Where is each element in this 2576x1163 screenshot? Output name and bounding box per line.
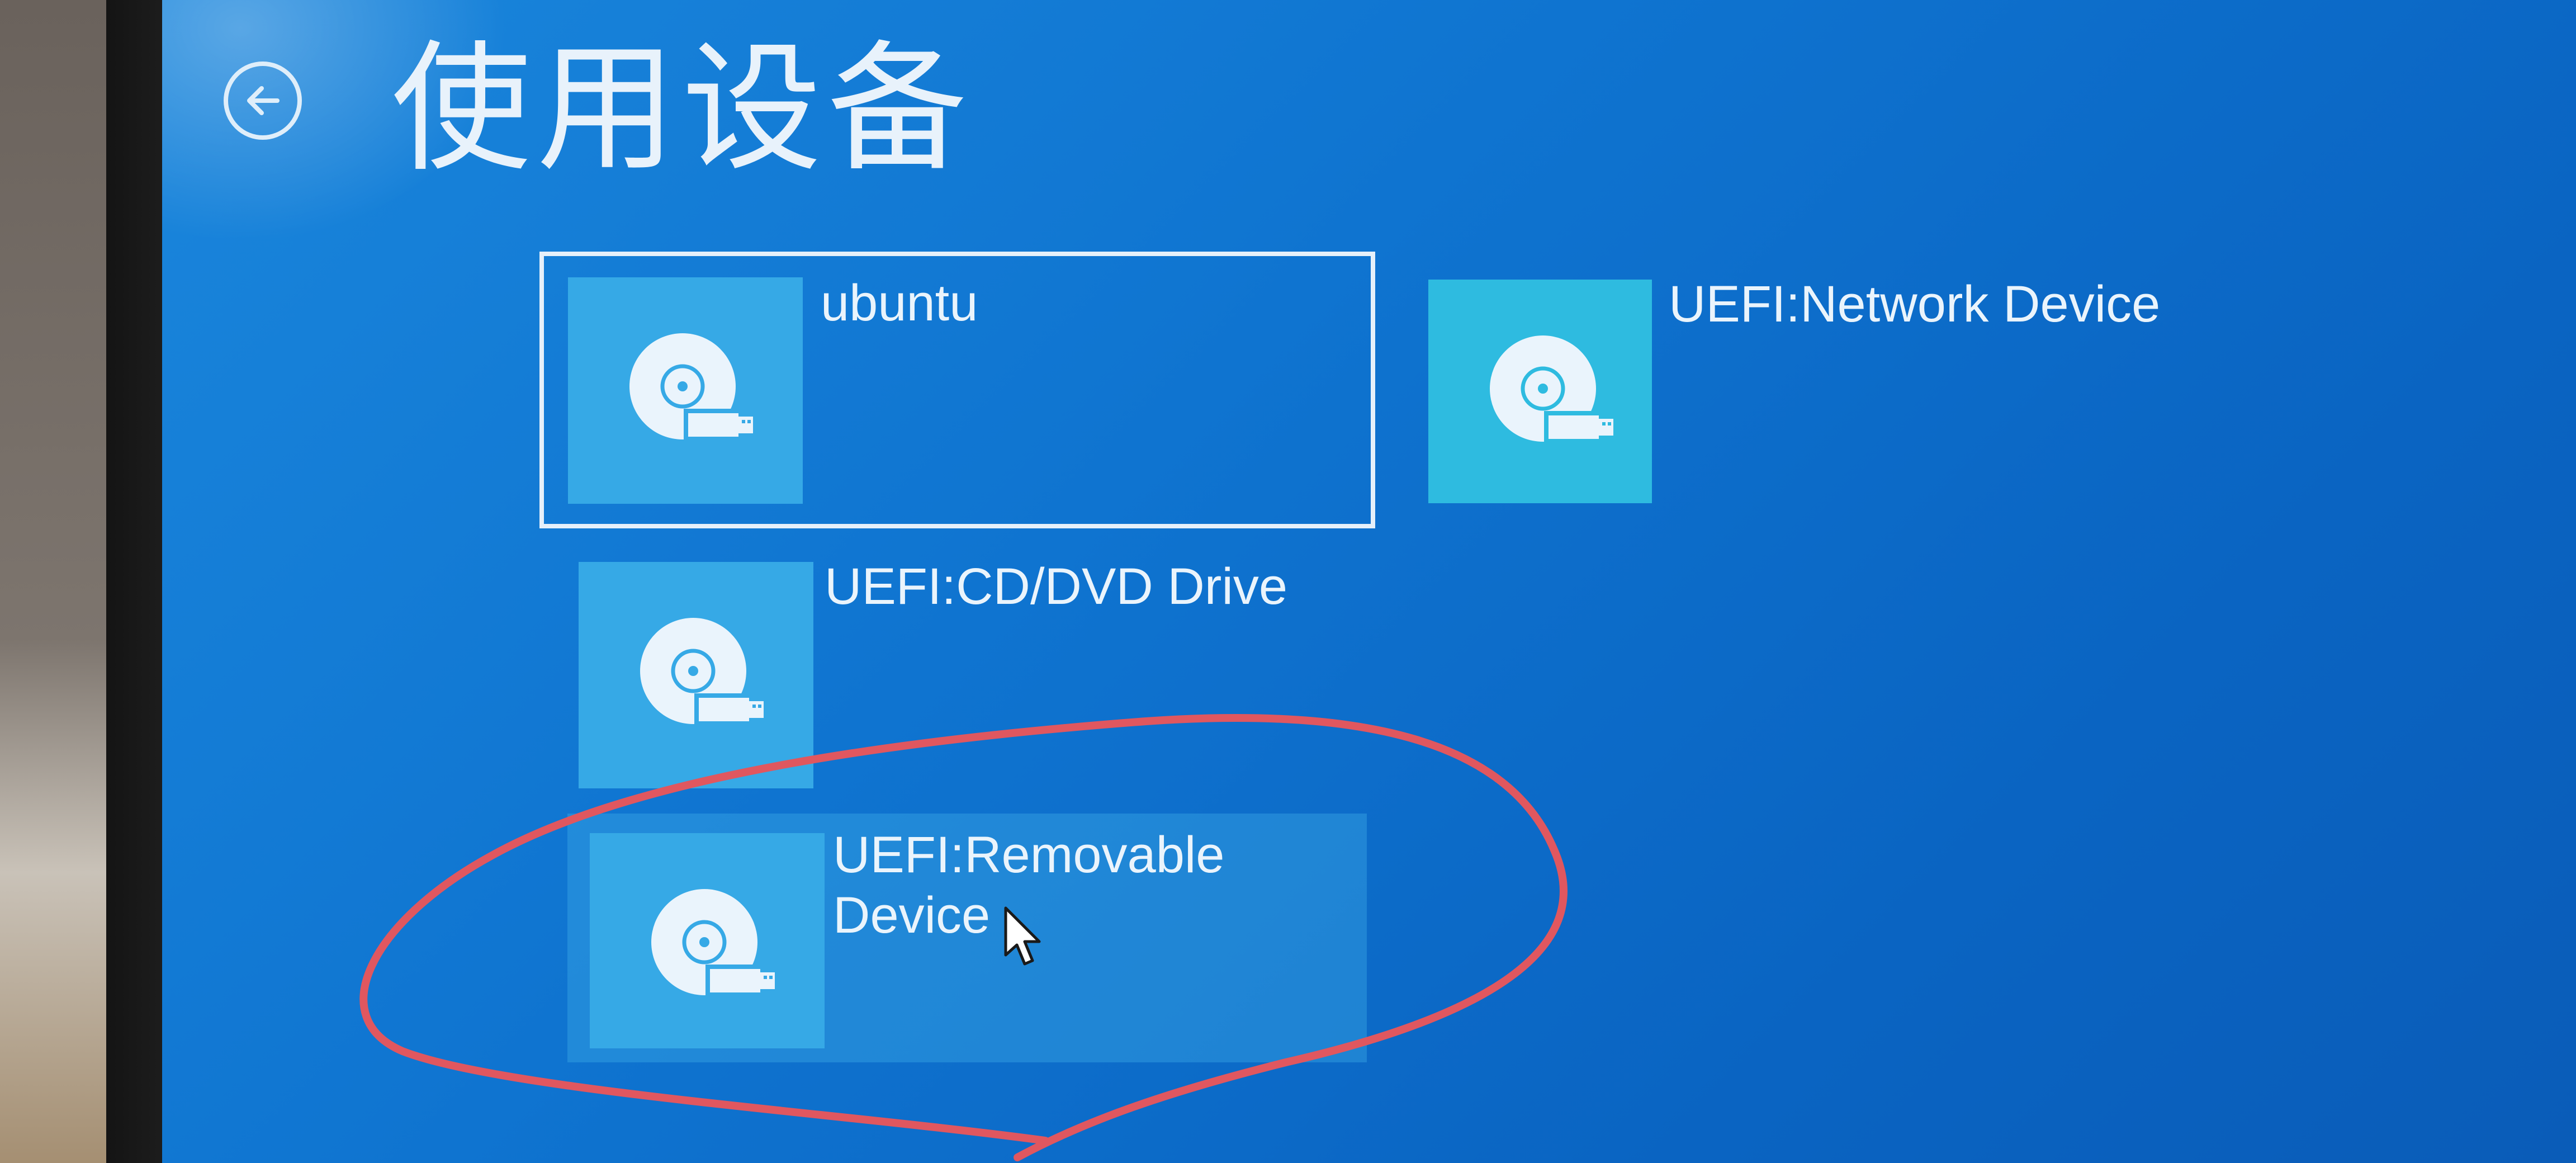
device-uefi-network[interactable]: UEFI:Network Device	[1428, 276, 2267, 506]
back-arrow-icon	[247, 86, 280, 115]
device-label: UEFI:CD/DVD Drive	[825, 558, 1288, 615]
device-label: UEFI:Network Device	[1669, 276, 2161, 333]
photo-scene: 使用设备 ubuntu UEFI:Network Device UEFI:CD/…	[0, 0, 2576, 1163]
device-tile	[590, 833, 825, 1048]
back-button[interactable]	[224, 62, 302, 140]
page-title: 使用设备	[391, 31, 973, 187]
usb-disc-icon	[1490, 335, 1613, 443]
device-tile	[579, 562, 813, 788]
device-uefi-removable[interactable]: UEFI:Removable Device	[567, 814, 1367, 1062]
device-tile	[568, 277, 803, 504]
mouse-cursor-icon	[1004, 906, 1041, 966]
device-tile	[1428, 280, 1652, 503]
usb-disc-icon	[640, 618, 764, 726]
usb-disc-icon	[651, 889, 775, 997]
device-ubuntu[interactable]: ubuntu	[539, 252, 1375, 528]
usb-disc-icon	[629, 333, 753, 441]
background-wall	[0, 0, 112, 1163]
device-label: ubuntu	[821, 275, 978, 332]
device-uefi-cd-dvd[interactable]: UEFI:CD/DVD Drive	[579, 558, 1417, 788]
